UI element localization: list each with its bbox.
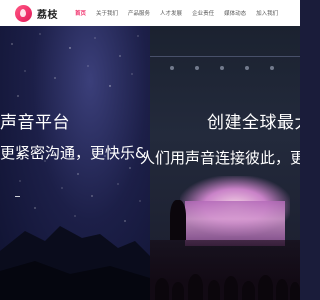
audience-crowd	[150, 240, 300, 300]
audience-silhouette	[188, 274, 203, 300]
audience-silhouette	[258, 275, 273, 300]
lizhi-logo-icon[interactable]	[15, 5, 32, 22]
main-nav: 首页 关于我们 产品服务 人才发展 企业责任 媒体动态 加入我们	[75, 0, 288, 26]
nav-item-responsibility[interactable]: 企业责任	[192, 9, 214, 17]
hero-headline-right: 创建全球最大	[207, 113, 300, 133]
hero-headline-left: 声音平台	[0, 113, 70, 133]
hero-subline-right: 人们用声音连接彼此，更	[140, 149, 300, 167]
nav-item-home[interactable]: 首页	[75, 9, 86, 17]
audience-silhouette	[155, 278, 169, 300]
page: 荔枝 首页 关于我们 产品服务 人才发展 企业责任 媒体动态 加入我们 声音平台…	[0, 0, 300, 300]
audience-silhouette	[276, 279, 288, 300]
hero-carousel[interactable]: 声音平台 更紧密沟通，更快乐& 创建全球最大 人们用声音连接彼此，更	[0, 26, 300, 300]
starfield-image	[0, 33, 150, 300]
hero-subline-left: 更紧密沟通，更快乐&	[0, 144, 147, 162]
stage-light-icon	[245, 66, 249, 70]
hero-slide-night-sky	[0, 26, 150, 300]
stage-light-icon	[270, 66, 274, 70]
audience-silhouette	[290, 282, 300, 300]
stage-light-icon	[170, 66, 174, 70]
brand-name[interactable]: 荔枝	[37, 6, 58, 21]
carousel-indicator[interactable]	[15, 196, 20, 197]
stage-light-icon	[220, 66, 224, 70]
audience-silhouette	[208, 280, 220, 300]
nav-item-about[interactable]: 关于我们	[96, 9, 118, 17]
stage-light-icon	[195, 66, 199, 70]
nav-item-join[interactable]: 加入我们	[256, 9, 278, 17]
audience-silhouette	[224, 276, 238, 300]
nav-item-media[interactable]: 媒体动态	[224, 9, 246, 17]
stage-rig	[150, 56, 300, 57]
nav-item-talent[interactable]: 人才发展	[160, 9, 182, 17]
audience-silhouette	[242, 281, 255, 300]
camera-operator-silhouette	[170, 200, 186, 240]
top-navigation-bar: 荔枝 首页 关于我们 产品服务 人才发展 企业责任 媒体动态 加入我们	[0, 0, 300, 26]
audience-silhouette	[172, 282, 184, 300]
nav-item-products[interactable]: 产品服务	[128, 9, 150, 17]
